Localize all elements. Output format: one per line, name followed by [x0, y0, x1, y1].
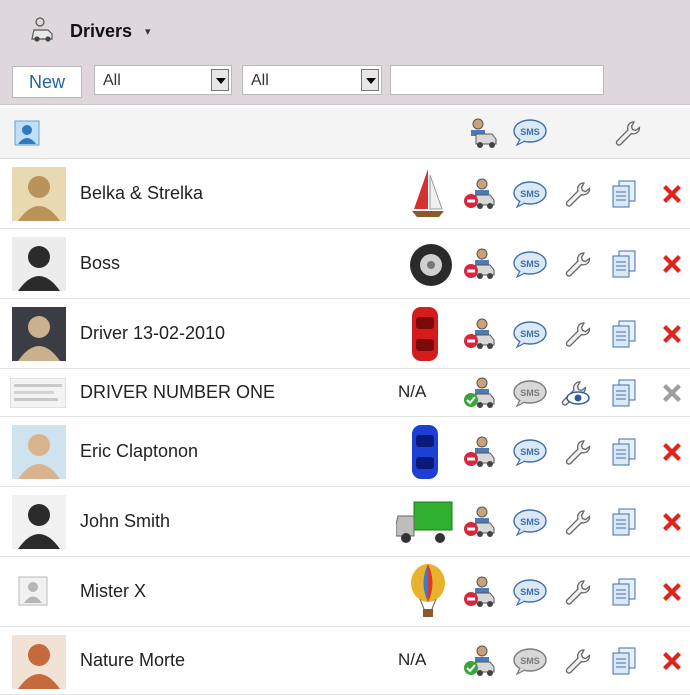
driver-name[interactable]: Eric Claptonon: [80, 441, 198, 462]
vehicle-label: N/A: [398, 650, 427, 669]
driver-offline-icon[interactable]: [462, 247, 496, 281]
driver-name[interactable]: John Smith: [80, 511, 170, 532]
page-title: Drivers: [70, 21, 133, 41]
delete-icon[interactable]: [660, 182, 684, 206]
svg-text:SMS: SMS: [520, 127, 540, 137]
copy-icon[interactable]: [612, 249, 636, 279]
driver-name[interactable]: Boss: [80, 253, 120, 274]
filter-select-2[interactable]: All: [242, 65, 382, 95]
dropdown-arrow-icon[interactable]: [211, 69, 229, 91]
view-settings-icon[interactable]: [558, 378, 592, 408]
driver-offline-icon[interactable]: [462, 317, 496, 351]
sms-icon[interactable]: SMS: [512, 578, 548, 606]
filter-select-1[interactable]: All: [94, 65, 232, 95]
avatar: [12, 167, 66, 221]
avatar-column-icon[interactable]: [14, 120, 40, 146]
copy-icon[interactable]: [612, 179, 636, 209]
driver-offline-icon[interactable]: [462, 575, 496, 609]
table-row[interactable]: Eric Claptonon SMS: [0, 418, 690, 487]
copy-icon[interactable]: [612, 319, 636, 349]
svg-text:SMS: SMS: [520, 189, 540, 199]
svg-text:SMS: SMS: [520, 517, 540, 527]
delete-icon[interactable]: [660, 580, 684, 604]
table-header: SMS: [0, 108, 690, 159]
driver-online-icon[interactable]: [462, 644, 496, 678]
delete-icon[interactable]: [660, 440, 684, 464]
copy-icon[interactable]: [612, 437, 636, 467]
sms-icon[interactable]: SMS: [512, 508, 548, 536]
hot-air-balloon-icon[interactable]: [408, 563, 448, 621]
wrench-column-icon[interactable]: [612, 118, 642, 148]
avatar: [12, 237, 66, 291]
svg-text:SMS: SMS: [520, 259, 540, 269]
sms-icon[interactable]: SMS: [512, 320, 548, 348]
svg-text:SMS: SMS: [520, 656, 540, 666]
sms-icon[interactable]: SMS: [512, 438, 548, 466]
driver-name[interactable]: Driver 13-02-2010: [80, 323, 225, 344]
table-row[interactable]: Nature Morte N/A SMS: [0, 628, 690, 695]
svg-text:SMS: SMS: [520, 447, 540, 457]
drivers-panel: Drivers ▾ New All All SMS Belka & Strelk…: [0, 0, 690, 695]
driver-name[interactable]: Mister X: [80, 581, 146, 602]
avatar: [12, 425, 66, 479]
svg-text:SMS: SMS: [520, 329, 540, 339]
delete-icon: [660, 381, 684, 405]
driver-online-icon[interactable]: [462, 376, 496, 410]
driver-name[interactable]: Belka & Strelka: [80, 183, 203, 204]
avatar: [12, 635, 66, 689]
driver-offline-icon[interactable]: [462, 435, 496, 469]
svg-text:SMS: SMS: [520, 388, 540, 398]
filter-select-2-value: All: [251, 72, 269, 89]
table-row[interactable]: Belka & Strelka SMS: [0, 160, 690, 229]
table-row[interactable]: Boss SMS: [0, 230, 690, 299]
copy-icon[interactable]: [612, 577, 636, 607]
wrench-icon[interactable]: [562, 437, 592, 467]
new-driver-button[interactable]: New: [12, 66, 82, 98]
wrench-icon[interactable]: [562, 249, 592, 279]
copy-icon[interactable]: [612, 378, 636, 408]
wrench-icon[interactable]: [562, 646, 592, 676]
sms-column-icon[interactable]: SMS: [512, 118, 548, 146]
red-car-icon[interactable]: [408, 305, 442, 363]
copy-icon[interactable]: [612, 507, 636, 537]
wrench-icon[interactable]: [562, 507, 592, 537]
avatar: [12, 307, 66, 361]
table-row[interactable]: John Smith SMS: [0, 488, 690, 557]
driver-name[interactable]: Nature Morte: [80, 650, 185, 671]
sms-icon[interactable]: SMS: [512, 180, 548, 208]
driver-offline-icon[interactable]: [462, 177, 496, 211]
table-row[interactable]: DRIVER NUMBER ONE N/A SMS: [0, 370, 690, 417]
chevron-down-icon: ▾: [145, 26, 151, 38]
blue-car-icon[interactable]: [408, 423, 442, 481]
sms-icon[interactable]: SMS: [512, 250, 548, 278]
sailboat-icon[interactable]: [408, 165, 448, 223]
search-input[interactable]: [390, 65, 604, 95]
vehicle-label: N/A: [398, 382, 427, 401]
delete-icon[interactable]: [660, 252, 684, 276]
drivers-menu[interactable]: Drivers ▾: [30, 14, 170, 48]
delete-icon[interactable]: [660, 649, 684, 673]
sms-icon[interactable]: SMS: [512, 379, 548, 407]
avatar: [10, 378, 66, 408]
dropdown-arrow-icon[interactable]: [361, 69, 379, 91]
delete-icon[interactable]: [660, 322, 684, 346]
driver-offline-icon[interactable]: [462, 505, 496, 539]
filter-select-1-value: All: [103, 72, 121, 89]
sms-icon[interactable]: SMS: [512, 647, 548, 675]
wrench-icon[interactable]: [562, 577, 592, 607]
table-row[interactable]: Driver 13-02-2010 SMS: [0, 300, 690, 369]
avatar: [12, 495, 66, 549]
delete-icon[interactable]: [660, 510, 684, 534]
wrench-icon[interactable]: [562, 319, 592, 349]
driver-car-icon: [30, 16, 58, 44]
copy-icon[interactable]: [612, 646, 636, 676]
table-row[interactable]: Mister X SMS: [0, 558, 690, 627]
wrench-icon[interactable]: [562, 179, 592, 209]
driver-status-column-icon[interactable]: [466, 116, 500, 150]
green-truck-icon[interactable]: [396, 498, 454, 546]
default-avatar-icon: [18, 576, 48, 606]
driver-name[interactable]: DRIVER NUMBER ONE: [80, 382, 275, 403]
tire-icon[interactable]: [408, 242, 454, 288]
svg-text:SMS: SMS: [520, 587, 540, 597]
